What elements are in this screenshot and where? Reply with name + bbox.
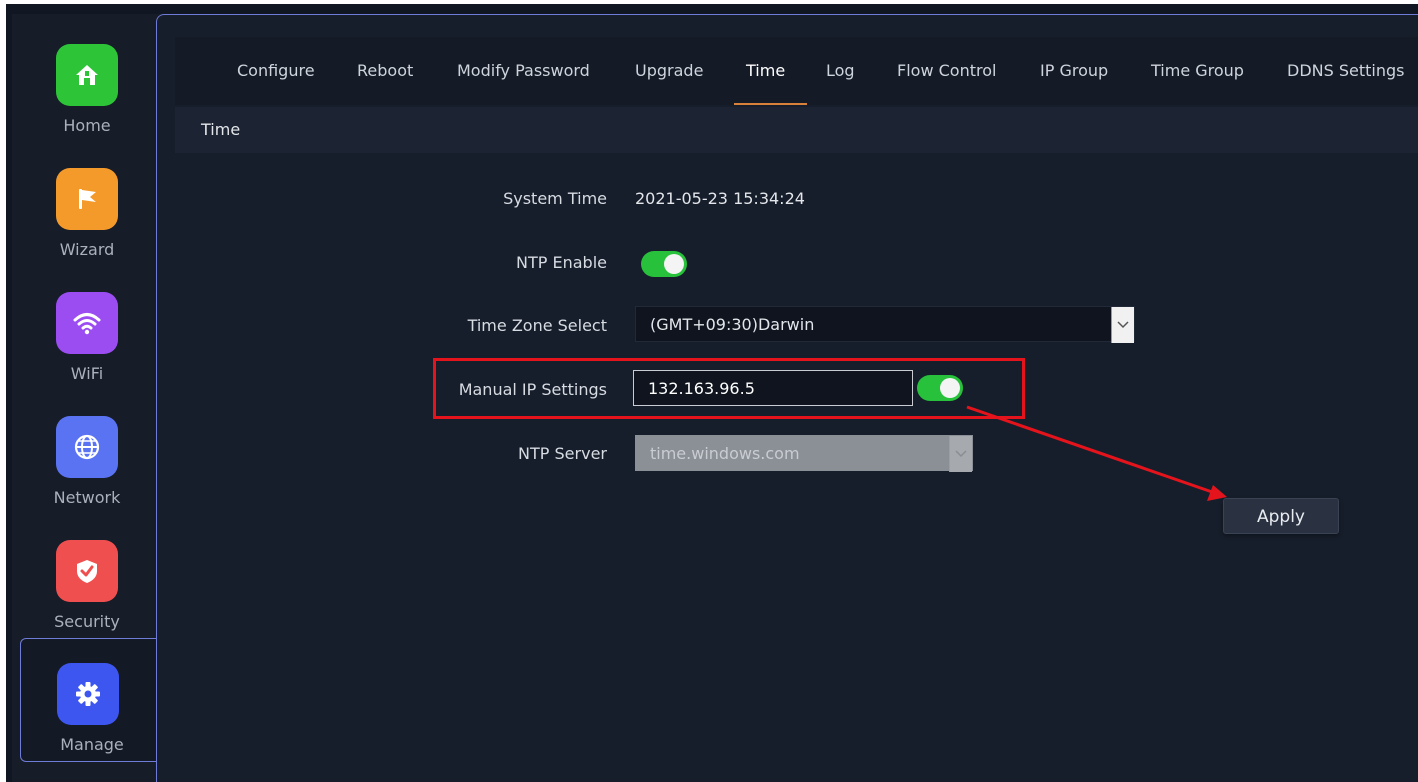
tab-flow-control[interactable]: Flow Control [897, 37, 996, 105]
tab-upgrade[interactable]: Upgrade [635, 37, 703, 105]
sidebar-item-wizard[interactable]: Wizard [12, 146, 162, 266]
section-header: Time [175, 107, 1418, 153]
sidebar-item-wifi[interactable]: WiFi [12, 270, 162, 390]
manual-ip-input[interactable] [633, 370, 913, 406]
system-time-value: 2021-05-23 15:34:24 [635, 189, 805, 208]
manual-ip-label: Manual IP Settings [458, 380, 607, 399]
ntp-server-selected-value: time.windows.com [650, 444, 800, 463]
section-title: Time [201, 120, 241, 139]
toggle-knob [940, 378, 960, 398]
tab-ddns-settings[interactable]: DDNS Settings [1287, 37, 1404, 105]
timezone-label: Time Zone Select [467, 316, 607, 335]
sidebar: Home Wizard WiFi Network Security Manage [12, 14, 163, 782]
tab-configure[interactable]: Configure [237, 37, 315, 105]
sidebar-item-label: Network [53, 488, 121, 507]
system-time-label: System Time [503, 189, 607, 208]
ntp-server-select[interactable]: time.windows.com [635, 435, 973, 472]
shield-icon [56, 540, 118, 602]
main-panel: Configure Reboot Modify Password Upgrade… [156, 14, 1418, 782]
tab-ip-group[interactable]: IP Group [1040, 37, 1108, 105]
timezone-selected-value: (GMT+09:30)Darwin [650, 315, 815, 334]
apply-button[interactable]: Apply [1223, 498, 1339, 534]
tab-bar: Configure Reboot Modify Password Upgrade… [175, 37, 1418, 105]
ntp-enable-label: NTP Enable [516, 253, 607, 272]
ntp-enable-toggle[interactable] [641, 251, 687, 277]
sidebar-item-label: Security [54, 612, 120, 631]
tab-reboot[interactable]: Reboot [357, 37, 413, 105]
sidebar-item-manage[interactable]: Manage [20, 638, 163, 762]
toggle-knob [664, 254, 684, 274]
chevron-down-icon[interactable] [949, 436, 972, 472]
tab-modify-password[interactable]: Modify Password [457, 37, 590, 105]
manual-ip-toggle[interactable] [917, 375, 963, 401]
sidebar-item-network[interactable]: Network [12, 394, 162, 514]
wifi-icon [56, 292, 118, 354]
ntp-server-label: NTP Server [518, 444, 607, 463]
sidebar-item-label: Manage [60, 735, 124, 754]
gear-icon [57, 663, 119, 725]
chevron-down-icon[interactable] [1111, 307, 1134, 343]
sidebar-item-security[interactable]: Security [12, 518, 162, 638]
app-frame: Home Wizard WiFi Network Security Manage… [6, 4, 1418, 782]
tab-log[interactable]: Log [826, 37, 855, 105]
timezone-select[interactable]: (GMT+09:30)Darwin [635, 306, 1135, 343]
sidebar-item-label: Home [63, 116, 111, 135]
tab-time-group[interactable]: Time Group [1151, 37, 1244, 105]
flag-icon [56, 168, 118, 230]
globe-icon [56, 416, 118, 478]
sidebar-item-label: Wizard [59, 240, 115, 259]
sidebar-item-home[interactable]: Home [12, 22, 162, 142]
tab-time[interactable]: Time [733, 37, 808, 105]
home-icon [56, 44, 118, 106]
sidebar-item-label: WiFi [70, 364, 104, 383]
